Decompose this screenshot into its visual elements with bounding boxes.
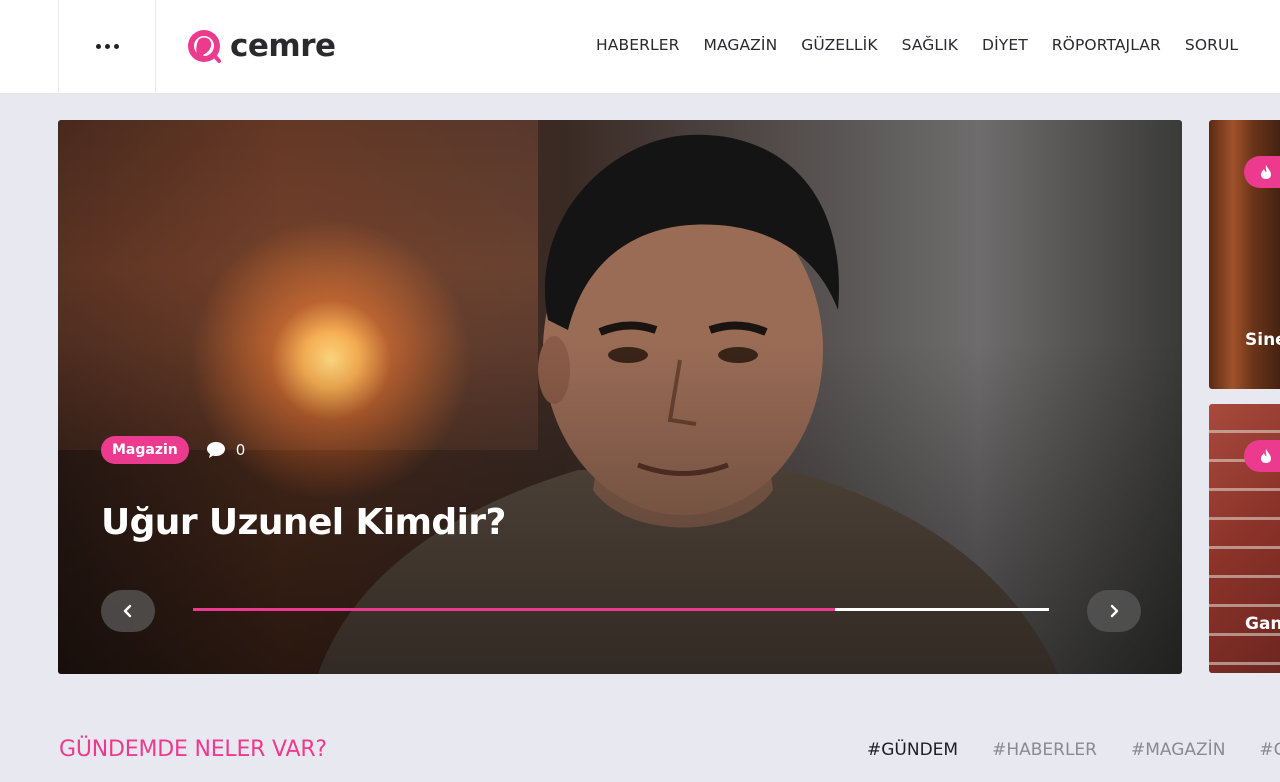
- tag-haberler[interactable]: #HABERLER: [992, 740, 1097, 760]
- slide-progress-track: [193, 608, 1049, 611]
- tag-magazin[interactable]: #MAGAZİN: [1131, 740, 1225, 760]
- flame-icon: [1261, 165, 1271, 179]
- nav-item-roportajlar[interactable]: RÖPORTAJLAR: [1052, 36, 1161, 54]
- main-nav: HABERLER MAGAZİN GÜZELLİK SAĞLIK DİYET R…: [596, 36, 1262, 54]
- site-header: cemre HABERLER MAGAZİN GÜZELLİK SAĞLIK D…: [0, 0, 1280, 94]
- tag-gundem[interactable]: #GÜNDEM: [867, 740, 958, 760]
- nav-item-magazin[interactable]: MAGAZİN: [703, 36, 777, 54]
- section-title: GÜNDEMDE NELER VAR?: [59, 737, 327, 762]
- tag-more[interactable]: #G: [1259, 740, 1280, 760]
- comment-count: 0: [206, 441, 246, 459]
- slide-progress-fill: [193, 608, 835, 611]
- comment-count-value: 0: [235, 441, 246, 459]
- cemre-logo-icon: [188, 30, 221, 63]
- nav-item-diyet[interactable]: DİYET: [982, 36, 1028, 54]
- nav-item-sorular[interactable]: SORUL: [1185, 36, 1238, 54]
- category-badge[interactable]: Magazin: [101, 436, 189, 464]
- trending-badge: [1244, 156, 1280, 188]
- nav-item-saglik[interactable]: SAĞLIK: [902, 36, 958, 54]
- site-logo[interactable]: cemre: [186, 26, 336, 66]
- nav-item-guzellik[interactable]: GÜZELLİK: [801, 36, 877, 54]
- side-card-2[interactable]: Gan: [1209, 404, 1280, 673]
- more-dots-icon: [95, 44, 119, 49]
- chevron-right-icon: [1110, 604, 1119, 618]
- hero-meta: Magazin 0: [101, 436, 245, 464]
- next-slide-button[interactable]: [1087, 590, 1141, 632]
- hero-overlay: [58, 120, 1182, 674]
- hero-title[interactable]: Uğur Uzunel Kimdir?: [101, 502, 506, 543]
- hero-slider[interactable]: Magazin 0 Uğur Uzunel Kimdir?: [58, 120, 1182, 674]
- side-card-2-title: Gan: [1245, 614, 1280, 634]
- section-tags: #GÜNDEM #HABERLER #MAGAZİN #G: [867, 740, 1280, 760]
- nav-item-haberler[interactable]: HABERLER: [596, 36, 679, 54]
- flame-icon: [1261, 449, 1271, 463]
- logo-text: cemre: [230, 28, 336, 64]
- comment-bubble-icon: [206, 442, 225, 458]
- side-card-1[interactable]: Sine: [1209, 120, 1280, 389]
- chevron-left-icon: [123, 604, 132, 618]
- more-menu-button[interactable]: [58, 0, 156, 93]
- side-card-1-title: Sine: [1245, 330, 1280, 350]
- prev-slide-button[interactable]: [101, 590, 155, 632]
- trending-badge: [1244, 440, 1280, 472]
